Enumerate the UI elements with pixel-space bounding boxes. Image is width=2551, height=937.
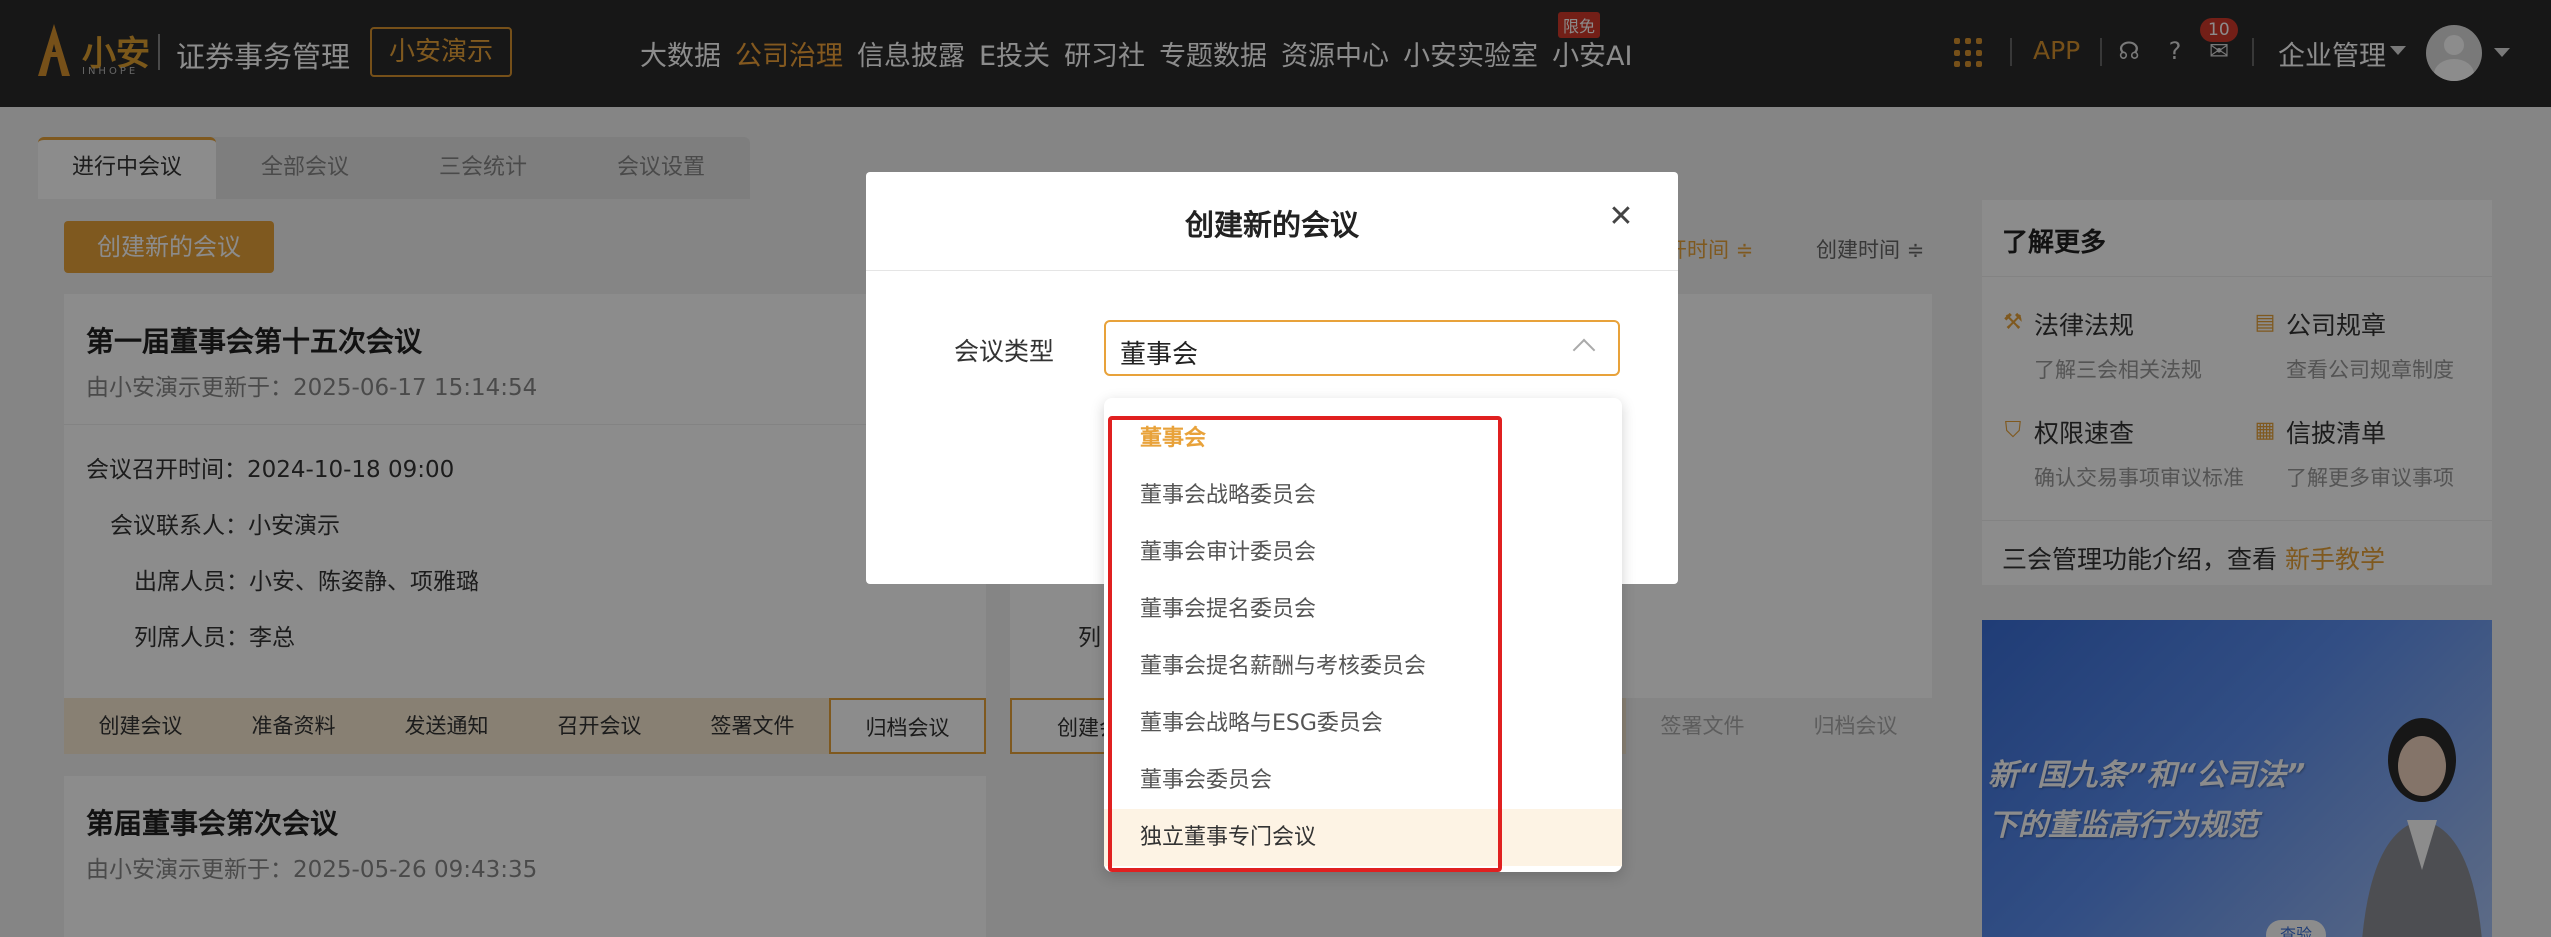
- meeting-type-dropdown: 董事会 董事会战略委员会 董事会审计委员会 董事会提名委员会 董事会提名薪酬与考…: [1104, 398, 1622, 872]
- option-audit-committee[interactable]: 董事会审计委员会: [1104, 524, 1622, 581]
- meeting-type-selected-value: 董事会: [1120, 340, 1199, 370]
- close-icon[interactable]: ✕: [1606, 202, 1636, 232]
- chevron-up-icon[interactable]: [1572, 338, 1596, 362]
- option-strategy-committee[interactable]: 董事会战略委员会: [1104, 467, 1622, 524]
- option-nomination-committee[interactable]: 董事会提名委员会: [1104, 581, 1622, 638]
- option-board-committee[interactable]: 董事会委员会: [1104, 752, 1622, 809]
- dialog-divider: [866, 270, 1678, 271]
- option-board-of-directors[interactable]: 董事会: [1104, 410, 1622, 467]
- option-strategy-esg-committee[interactable]: 董事会战略与ESG委员会: [1104, 695, 1622, 752]
- meeting-type-select[interactable]: 董事会: [1104, 320, 1620, 376]
- meeting-type-label: 会议类型: [954, 337, 1055, 366]
- option-nomination-compensation-committee[interactable]: 董事会提名薪酬与考核委员会: [1104, 638, 1622, 695]
- dialog-title: 创建新的会议: [1184, 208, 1359, 242]
- option-independent-director-meeting[interactable]: 独立董事专门会议: [1104, 809, 1622, 866]
